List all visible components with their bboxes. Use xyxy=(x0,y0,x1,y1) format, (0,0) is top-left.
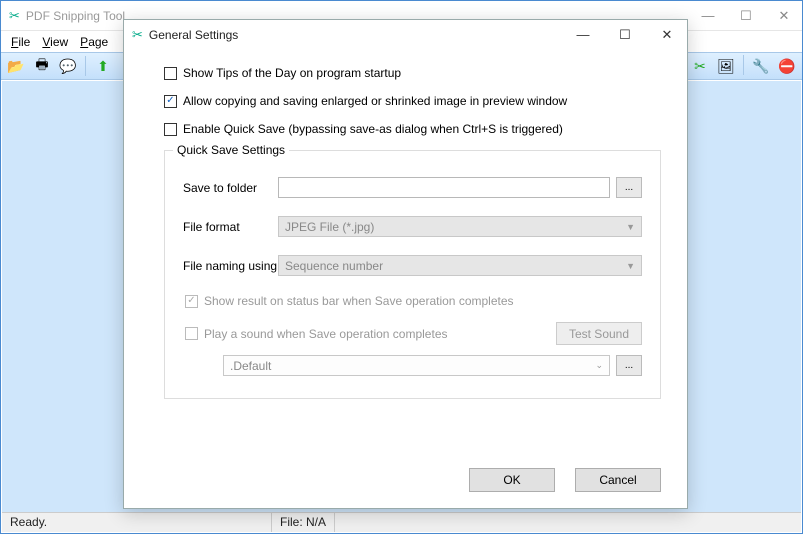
general-settings-dialog: ✂ General Settings — ☐ ✕ Show Tips of th… xyxy=(123,19,688,509)
checkbox-allow-copying[interactable] xyxy=(164,95,177,108)
dialog-title: General Settings xyxy=(149,28,238,42)
browse-sound-button[interactable]: ... xyxy=(616,355,642,376)
toolbar-divider xyxy=(743,55,744,75)
menu-page[interactable]: Page xyxy=(74,33,114,51)
maximize-button[interactable]: ☐ xyxy=(736,8,756,24)
up-arrow-icon[interactable]: ⬆ xyxy=(92,55,114,77)
dialog-minimize-button[interactable]: — xyxy=(571,27,595,43)
save-folder-input[interactable] xyxy=(278,177,610,198)
dialog-maximize-button[interactable]: ☐ xyxy=(613,27,637,43)
checkbox-show-result xyxy=(185,295,198,308)
menu-view[interactable]: View xyxy=(36,33,74,51)
dialog-close-button[interactable]: ✕ xyxy=(655,27,679,43)
checkbox-play-sound xyxy=(185,327,198,340)
label-allow-copying: Allow copying and saving enlarged or shr… xyxy=(183,94,567,108)
label-save-folder: Save to folder xyxy=(183,181,278,195)
file-format-value: JPEG File (*.jpg) xyxy=(285,220,374,234)
file-naming-value: Sequence number xyxy=(285,259,383,273)
menu-file[interactable]: FFileile xyxy=(5,33,36,51)
minimize-button[interactable]: — xyxy=(698,8,718,24)
statusbar: Ready. File: N/A xyxy=(2,512,801,532)
sound-value: .Default xyxy=(230,359,271,373)
snip-icon[interactable]: ✂ xyxy=(689,55,711,77)
label-show-result: Show result on status bar when Save oper… xyxy=(204,294,514,308)
ok-button[interactable]: OK xyxy=(469,468,555,492)
label-file-naming: File naming using xyxy=(183,259,278,273)
chevron-down-icon: ⌄ xyxy=(595,360,603,371)
checkbox-enable-quicksave[interactable] xyxy=(164,123,177,136)
sound-select[interactable]: .Default ⌄ xyxy=(223,355,610,376)
status-ready: Ready. xyxy=(2,513,272,532)
dialog-titlebar: ✂ General Settings — ☐ ✕ xyxy=(124,20,687,50)
chevron-down-icon: ▼ xyxy=(626,222,635,232)
browse-folder-button[interactable]: ... xyxy=(616,177,642,198)
main-title: PDF Snipping Tool xyxy=(26,9,125,23)
stop-icon[interactable]: ⛔ xyxy=(776,55,798,77)
checkbox-show-tips[interactable] xyxy=(164,67,177,80)
status-file: File: N/A xyxy=(272,513,335,532)
label-file-format: File format xyxy=(183,220,278,234)
toolbar-divider xyxy=(85,56,86,76)
settings-icon[interactable]: 🔧 xyxy=(750,55,772,77)
cancel-button[interactable]: Cancel xyxy=(575,468,661,492)
test-sound-button[interactable]: Test Sound xyxy=(556,322,642,345)
close-button[interactable]: ✕ xyxy=(774,8,794,24)
preview-icon[interactable]: 🖼 xyxy=(715,55,737,77)
file-format-select[interactable]: JPEG File (*.jpg) ▼ xyxy=(278,216,642,237)
file-naming-select[interactable]: Sequence number ▼ xyxy=(278,255,642,276)
label-show-tips: Show Tips of the Day on program startup xyxy=(183,66,401,80)
chevron-down-icon: ▼ xyxy=(626,261,635,271)
groupbox-legend: Quick Save Settings xyxy=(173,143,289,157)
print-icon[interactable]: 🖶 xyxy=(31,55,53,77)
open-icon[interactable]: 📂 xyxy=(5,55,27,77)
scissors-icon: ✂ xyxy=(132,27,143,43)
help-icon[interactable]: 💬 xyxy=(57,55,79,77)
quicksave-groupbox: Quick Save Settings Save to folder ... F… xyxy=(164,150,661,399)
scissors-icon: ✂ xyxy=(9,8,20,24)
label-enable-quicksave: Enable Quick Save (bypassing save-as dia… xyxy=(183,122,563,136)
label-play-sound: Play a sound when Save operation complet… xyxy=(204,327,448,341)
